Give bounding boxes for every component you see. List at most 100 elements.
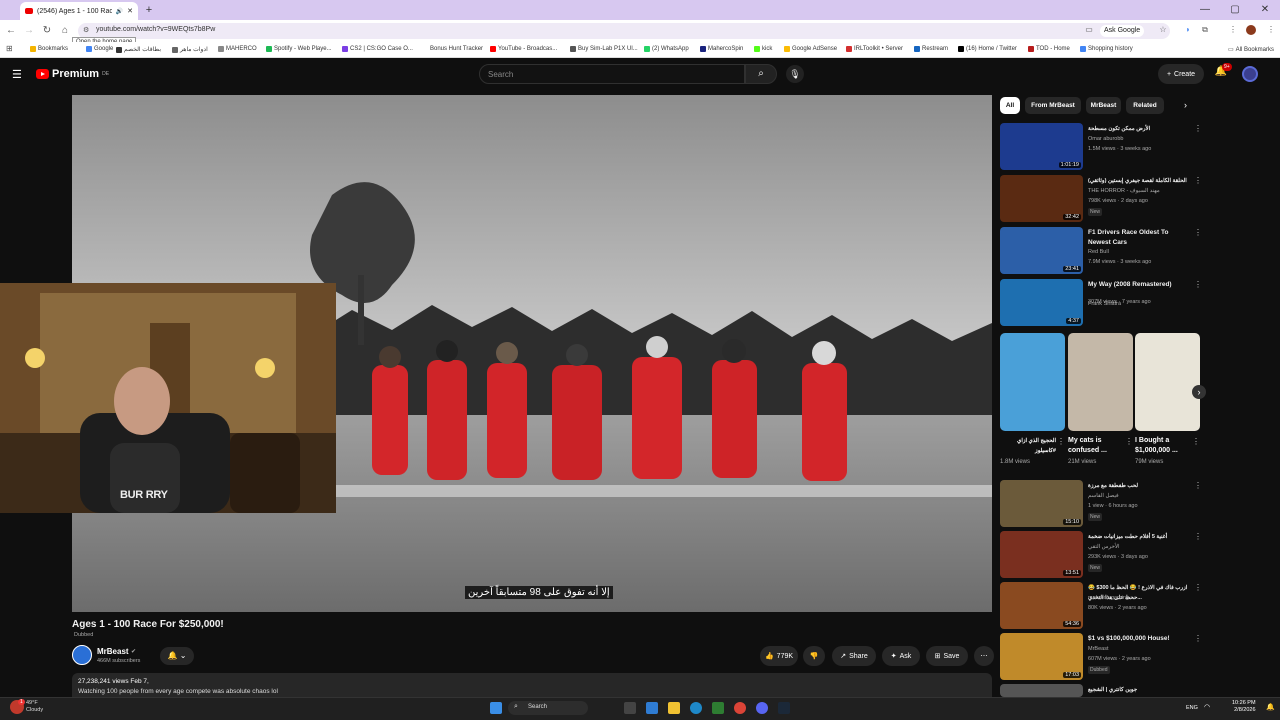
extensions-puzzle-icon[interactable]: ⧉: [1200, 25, 1210, 35]
discord-icon[interactable]: [756, 702, 768, 714]
recommendation-channel[interactable]: THE HORROR - مهند السيوف: [1088, 188, 1188, 194]
create-button[interactable]: + Create: [1158, 64, 1204, 84]
recommendation-channel[interactable]: الأخرس التقي: [1088, 544, 1188, 550]
wifi-icon[interactable]: ◠: [1204, 703, 1210, 711]
recommendation-thumbnail[interactable]: 17:03: [1000, 633, 1083, 680]
app-icon[interactable]: [712, 702, 724, 714]
short-more-icon[interactable]: ⋮: [1125, 437, 1133, 446]
site-info-icon[interactable]: ⚙: [83, 26, 89, 34]
bookmark-item[interactable]: Bookmarks: [30, 46, 68, 52]
tab-close-icon[interactable]: ✕: [127, 7, 133, 15]
more-options-icon[interactable]: ⋮: [1194, 634, 1202, 643]
more-options-icon[interactable]: ⋮: [1194, 532, 1202, 541]
bookmark-item[interactable]: CS2 | CS:GO Case O...: [342, 46, 413, 52]
language-indicator[interactable]: ENG: [1186, 705, 1198, 711]
recommendation-channel[interactable]: Omar aburobb: [1088, 136, 1188, 142]
more-options-icon[interactable]: ⋮: [1194, 583, 1202, 592]
home-button[interactable]: ⌂: [58, 24, 72, 38]
recommendation-channel[interactable]: Red Bull: [1088, 249, 1188, 255]
filter-chip[interactable]: All: [1000, 97, 1020, 114]
like-button[interactable]: 👍 779K: [760, 646, 798, 666]
short-thumbnail[interactable]: [1135, 333, 1200, 431]
browser-menu-icon[interactable]: ⋮: [1266, 25, 1276, 35]
short-thumbnail[interactable]: [1068, 333, 1133, 431]
system-clock[interactable]: 10:26 PM 2/8/2026: [1232, 700, 1256, 714]
subscribed-button[interactable]: 🔔 ⌄: [160, 647, 194, 665]
recommendation-channel[interactable]: فيصل القاسم: [1088, 493, 1188, 499]
back-button[interactable]: ←: [4, 24, 18, 38]
address-bar[interactable]: [78, 23, 1170, 39]
bookmark-item[interactable]: Spotify - Web Playe...: [266, 46, 332, 52]
file-explorer-icon[interactable]: [668, 702, 680, 714]
bookmark-item[interactable]: Bonus Hunt Tracker: [422, 46, 483, 52]
taskbar-search[interactable]: Search: [508, 701, 588, 715]
more-options-icon[interactable]: ⋮: [1194, 481, 1202, 490]
all-bookmarks[interactable]: ▭ All Bookmarks: [1228, 46, 1274, 54]
chips-next-icon[interactable]: ›: [1184, 100, 1187, 110]
ask-button[interactable]: ✦ Ask: [882, 646, 920, 666]
windows-start-icon[interactable]: [490, 702, 502, 714]
bookmark-item[interactable]: (2) WhatsApp: [644, 46, 689, 52]
voice-search-button[interactable]: 🎙: [786, 65, 804, 83]
bookmark-item[interactable]: Google AdSense: [784, 46, 837, 52]
filter-chip[interactable]: MrBeast: [1086, 97, 1121, 114]
bookmark-item[interactable]: MahercoSpin: [700, 46, 743, 52]
bookmark-item[interactable]: MAHERCO: [218, 46, 257, 52]
recommendation-title[interactable]: الأرض ممكن تكون مسطحة: [1088, 124, 1188, 134]
ask-google-button[interactable]: Ask Google: [1100, 25, 1145, 37]
bookmark-item[interactable]: YouTube - Broadcas...: [490, 46, 557, 52]
edge-icon[interactable]: [690, 702, 702, 714]
recommendation-title[interactable]: My Way (2008 Remastered): [1088, 280, 1188, 290]
shorts-next-icon[interactable]: ›: [1192, 385, 1206, 399]
bookmark-item[interactable]: Shopping history: [1080, 46, 1133, 52]
url-text[interactable]: youtube.com/watch?v=9WEQts7b8Pw: [96, 26, 215, 33]
recommendation-title[interactable]: جوين كانتري | الشجيع: [1088, 685, 1188, 695]
minimize-button[interactable]: —: [1190, 0, 1220, 20]
active-tab[interactable]: (2546) Ages 1 - 100 Race F... 🔊 ✕: [20, 2, 138, 20]
more-actions-button[interactable]: ⋯: [974, 646, 994, 666]
apps-grid-icon[interactable]: ⊞: [6, 44, 13, 53]
hamburger-menu-icon[interactable]: ☰: [12, 68, 22, 81]
more-options-icon[interactable]: ⋮: [1194, 280, 1202, 289]
menu-icon[interactable]: ⋮: [1228, 25, 1238, 35]
bookmark-star-icon[interactable]: ☆: [1158, 25, 1168, 35]
dislike-button[interactable]: 👎: [803, 646, 825, 666]
more-options-icon[interactable]: ⋮: [1194, 176, 1202, 185]
short-thumbnail[interactable]: [1000, 333, 1065, 431]
extension-icon[interactable]: ◗: [1183, 25, 1193, 35]
recommendation-channel[interactable]: MrBeast: [1088, 646, 1188, 652]
task-view-icon[interactable]: [624, 702, 636, 714]
account-avatar[interactable]: [1242, 66, 1258, 82]
filter-chip[interactable]: Related: [1126, 97, 1164, 114]
close-window-button[interactable]: ✕: [1250, 0, 1280, 20]
short-more-icon[interactable]: ⋮: [1192, 437, 1200, 446]
recommendation-title[interactable]: أغنية 5 أفلام حطت ميزانيات ضخمة: [1088, 532, 1188, 542]
bookmark-item[interactable]: (16) Home / Twitter: [958, 46, 1017, 52]
reload-button[interactable]: ↻: [40, 24, 54, 38]
more-options-icon[interactable]: ⋮: [1194, 228, 1202, 237]
notification-center-icon[interactable]: 🔔: [1266, 703, 1275, 711]
youtube-logo[interactable]: Premium DE: [36, 68, 109, 80]
profile-avatar[interactable]: [1246, 25, 1256, 35]
audio-icon[interactable]: 🔊: [116, 8, 123, 15]
chrome-icon[interactable]: [734, 702, 746, 714]
recommendation-thumbnail[interactable]: 32:42: [1000, 175, 1083, 222]
search-input[interactable]: Search: [479, 64, 745, 84]
search-button[interactable]: ⌕: [745, 64, 777, 84]
channel-name[interactable]: MrBeast: [97, 647, 129, 656]
maximize-button[interactable]: ▢: [1220, 0, 1250, 20]
recommendation-title[interactable]: الحلقة الكاملة لقصة جيفري إبستين (وثائقي…: [1088, 176, 1188, 186]
bookmark-item[interactable]: Restream: [914, 46, 948, 52]
bookmark-item[interactable]: ادوات ماهر: [172, 46, 208, 53]
recommendation-thumbnail[interactable]: [1000, 684, 1083, 697]
recommendation-thumbnail[interactable]: 4:37: [1000, 279, 1083, 326]
bookmark-item[interactable]: IRLToolkit • Server: [846, 46, 903, 52]
recommendation-title[interactable]: $1 vs $100,000,000 House!: [1088, 634, 1188, 644]
short-more-icon[interactable]: ⋮: [1057, 437, 1065, 446]
recommendation-channel[interactable]: maherco gaming: [1088, 595, 1188, 601]
recommendation-thumbnail[interactable]: 13:51: [1000, 531, 1083, 578]
cast-icon[interactable]: ▭: [1084, 25, 1094, 35]
bookmark-item[interactable]: TOD - Home: [1028, 46, 1070, 52]
steam-icon[interactable]: [778, 702, 790, 714]
short-title[interactable]: I Bought a $1,000,000 ...: [1135, 436, 1191, 456]
